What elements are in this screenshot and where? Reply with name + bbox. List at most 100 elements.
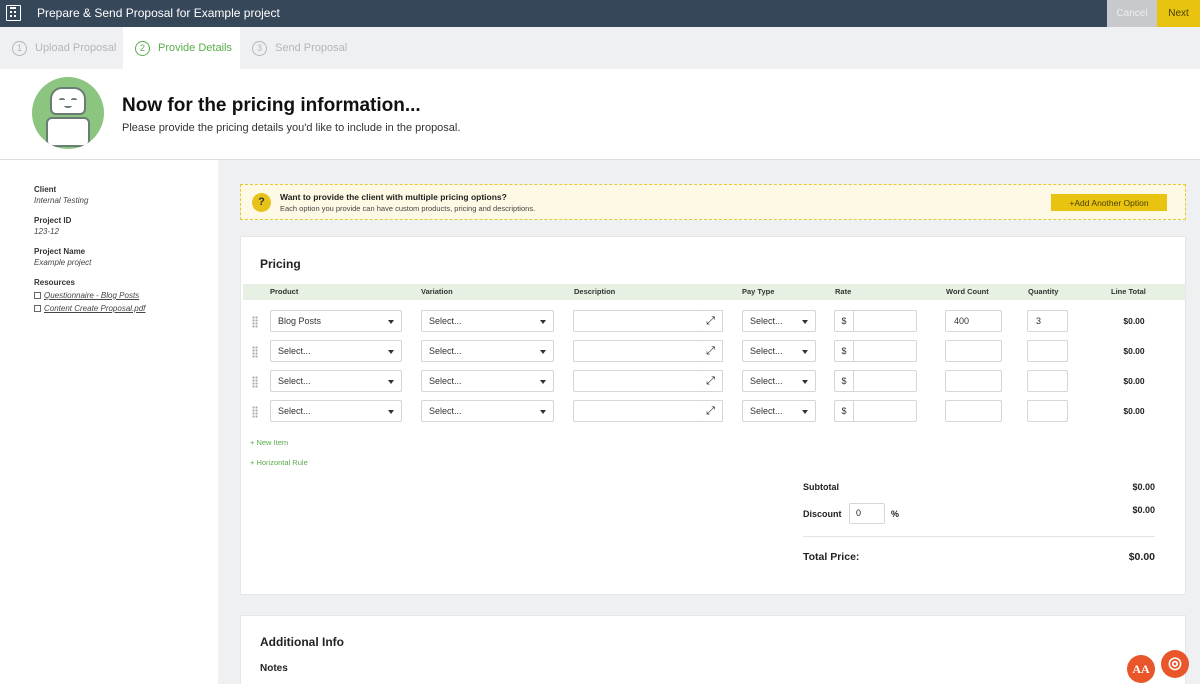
step-send-proposal[interactable]: 3 Send Proposal — [252, 27, 347, 69]
step-label: Send Proposal — [275, 42, 348, 54]
help-lifebuoy-icon[interactable]: ◎ — [1161, 650, 1189, 678]
step-number: 3 — [252, 40, 267, 56]
horizontal-rule-link[interactable]: + Horizontal Rule — [250, 458, 308, 467]
quantity-input[interactable] — [1027, 400, 1068, 422]
drag-handle-icon[interactable] — [252, 316, 258, 328]
font-size-button[interactable]: AA — [1127, 655, 1155, 683]
calculator-icon — [6, 5, 21, 21]
new-item-link[interactable]: + New Item — [250, 438, 288, 447]
pay-type-select[interactable]: Select... — [742, 400, 816, 422]
variation-select[interactable]: Select... — [421, 400, 554, 422]
product-select[interactable]: Select... — [270, 370, 402, 392]
resource-link[interactable]: Content Create Proposal.pdf — [34, 304, 145, 313]
currency-prefix: $ — [834, 340, 854, 362]
word-count-input[interactable] — [945, 400, 1002, 422]
step-label: Provide Details — [158, 42, 232, 54]
project-id-value: 123-12 — [34, 227, 59, 236]
discount-input[interactable]: 0 — [849, 503, 885, 524]
step-number: 2 — [135, 40, 150, 56]
description-input[interactable] — [573, 400, 700, 422]
currency-prefix: $ — [834, 400, 854, 422]
rate-input[interactable] — [853, 310, 917, 332]
column-header: Variation — [421, 287, 453, 296]
variation-select[interactable]: Select... — [421, 310, 554, 332]
column-header: Line Total — [1111, 287, 1146, 296]
external-link-icon — [34, 305, 41, 312]
callout-title: Want to provide the client with multiple… — [280, 192, 507, 202]
column-header: Product — [270, 287, 299, 296]
multiple-options-callout: ? Want to provide the client with multip… — [240, 184, 1186, 220]
product-select[interactable]: Blog Posts — [270, 310, 402, 332]
column-header: Quantity — [1028, 287, 1059, 296]
next-button[interactable]: Next — [1157, 0, 1200, 27]
add-another-option-button[interactable]: +Add Another Option — [1051, 194, 1167, 211]
product-select[interactable]: Select... — [270, 340, 402, 362]
line-total: $0.00 — [1123, 406, 1145, 416]
pay-type-select[interactable]: Select... — [742, 370, 816, 392]
pricing-card: Pricing Product Variation Description Pa… — [240, 236, 1186, 595]
rate-input[interactable] — [853, 370, 917, 392]
rate-input[interactable] — [853, 340, 917, 362]
page-header: Now for the pricing information... Pleas… — [0, 69, 1200, 160]
expand-icon[interactable]: ⤢ — [699, 400, 723, 422]
step-upload-proposal[interactable]: 1 Upload Proposal — [12, 27, 116, 69]
step-number: 1 — [12, 40, 27, 56]
additional-info-card: Additional Info Notes — [240, 615, 1186, 684]
expand-icon[interactable]: ⤢ — [699, 340, 723, 362]
resource-link[interactable]: Questionnaire - Blog Posts — [34, 291, 145, 300]
pricing-row: Select... Select... ⤢ Select... $ $0.00 — [241, 370, 1185, 394]
top-bar: Prepare & Send Proposal for Example proj… — [0, 0, 1200, 27]
external-link-icon — [34, 292, 41, 299]
line-total: $0.00 — [1123, 346, 1145, 356]
callout-text: Each option you provide can have custom … — [280, 204, 536, 213]
rate-input[interactable] — [853, 400, 917, 422]
currency-prefix: $ — [834, 310, 854, 332]
pay-type-select[interactable]: Select... — [742, 340, 816, 362]
description-input[interactable] — [573, 340, 700, 362]
step-provide-details[interactable]: 2 Provide Details — [123, 27, 240, 69]
robot-avatar-icon — [32, 77, 104, 149]
page-title: Now for the pricing information... — [122, 95, 421, 116]
word-count-input[interactable] — [945, 370, 1002, 392]
project-id-info: Project ID 123-12 — [34, 216, 71, 236]
total-price-value: $0.00 — [1128, 551, 1155, 563]
quantity-input[interactable] — [1027, 370, 1068, 392]
pricing-row: Blog Posts Select... ⤢ Select... $ 400 3… — [241, 310, 1185, 334]
project-name-label: Project Name — [34, 247, 86, 256]
column-header: Pay Type — [742, 287, 775, 296]
quantity-input[interactable]: 3 — [1027, 310, 1068, 332]
description-input[interactable] — [573, 370, 700, 392]
pay-type-select[interactable]: Select... — [742, 310, 816, 332]
drag-handle-icon[interactable] — [252, 406, 258, 418]
description-input[interactable] — [573, 310, 700, 332]
currency-prefix: $ — [834, 370, 854, 392]
word-count-input[interactable] — [945, 340, 1002, 362]
discount-unit: % — [891, 509, 900, 519]
step-label: Upload Proposal — [35, 42, 117, 54]
subtotal-label: Subtotal — [803, 482, 839, 492]
project-id-label: Project ID — [34, 216, 72, 225]
drag-handle-icon[interactable] — [252, 346, 258, 358]
pricing-table-header: Product Variation Description Pay Type R… — [243, 284, 1185, 300]
pricing-row: Select... Select... ⤢ Select... $ $0.00 — [241, 400, 1185, 424]
variation-select[interactable]: Select... — [421, 370, 554, 392]
column-header: Word Count — [946, 287, 989, 296]
client-value: Internal Testing — [34, 196, 89, 205]
discount-label: Discount — [803, 509, 842, 519]
expand-icon[interactable]: ⤢ — [699, 310, 723, 332]
project-name-info: Project Name Example project — [34, 247, 91, 267]
client-info: Client Internal Testing — [34, 185, 88, 205]
resources-label: Resources — [34, 278, 75, 287]
notes-label: Notes — [260, 663, 288, 674]
cancel-button[interactable]: Cancel — [1107, 0, 1157, 27]
expand-icon[interactable]: ⤢ — [699, 370, 723, 392]
question-icon: ? — [252, 193, 271, 212]
product-select[interactable]: Select... — [270, 400, 402, 422]
drag-handle-icon[interactable] — [252, 376, 258, 388]
word-count-input[interactable]: 400 — [945, 310, 1002, 332]
variation-select[interactable]: Select... — [421, 340, 554, 362]
project-name-value: Example project — [34, 258, 92, 267]
quantity-input[interactable] — [1027, 340, 1068, 362]
pricing-title: Pricing — [260, 257, 301, 271]
step-navigation: 1 Upload Proposal 2 Provide Details 3 Se… — [0, 27, 1200, 69]
